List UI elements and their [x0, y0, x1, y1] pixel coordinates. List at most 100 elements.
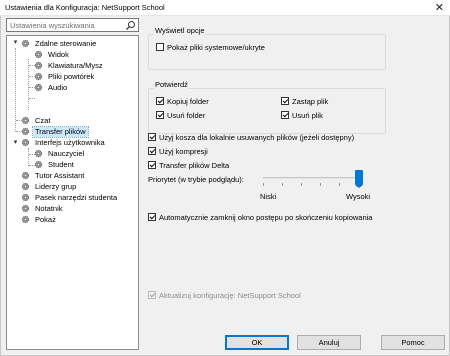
- tree-item-keyboard-mouse[interactable]: Klawiatura/Mysz: [34, 60, 105, 71]
- checkbox-box: [281, 111, 289, 119]
- checkbox-box: [281, 97, 289, 105]
- gear-icon: [21, 127, 30, 136]
- tree-item-remote-control[interactable]: Zdalne sterowanie: [21, 38, 98, 49]
- settings-search: [6, 18, 139, 32]
- checkbox-box: [156, 43, 164, 51]
- gear-icon: [21, 204, 30, 213]
- tree-item-replay-files[interactable]: Pliki powtórek: [34, 71, 96, 82]
- view-options-group: [148, 34, 386, 70]
- search-icon[interactable]: [125, 20, 136, 31]
- tree-item-label: Nauczyciel: [48, 148, 85, 158]
- tree-item-teacher[interactable]: Nauczyciel: [34, 148, 86, 159]
- confirm-title: Potwierdź: [154, 80, 189, 89]
- checkbox-label: Pokaż pliki systemowe/ukryte: [167, 42, 265, 52]
- checkbox-label: Użyj kosza dla lokalnie usuwanych plików…: [159, 132, 355, 142]
- priority-slider-track[interactable]: [263, 177, 359, 179]
- gear-icon: [21, 182, 30, 191]
- tree-item-chat[interactable]: Czat: [21, 115, 52, 126]
- checkbox-label: Aktualizuj konfigurację: NetSupport Scho…: [159, 290, 301, 300]
- checkbox-label: Transfer plików Delta: [159, 160, 230, 170]
- checkbox-label: Usuń plik: [292, 110, 323, 120]
- tree-connector: [28, 59, 29, 110]
- ok-button[interactable]: OK: [225, 335, 289, 350]
- tree-item-tutor-assistant[interactable]: Tutor Assistant: [21, 170, 86, 181]
- tree-item-group-leaders[interactable]: Liderzy grup: [21, 181, 78, 192]
- tree-item-label: Widok: [48, 49, 69, 59]
- title-bar: Ustawienia dla Konfiguracja: NetSupport …: [0, 0, 450, 16]
- checkbox-box: [156, 97, 164, 105]
- tree-item-audio[interactable]: Audio: [34, 82, 69, 93]
- tree-item-view[interactable]: Widok: [34, 49, 71, 60]
- tree-item-label: Student: [48, 159, 74, 169]
- gear-icon: [34, 83, 43, 92]
- tree-item-label: Notatnik: [35, 203, 63, 213]
- gear-icon: [21, 215, 30, 224]
- gear-icon: [34, 160, 43, 169]
- search-input[interactable]: [7, 19, 125, 31]
- view-options-title: Wyświetl opcje: [154, 26, 206, 35]
- checkbox-label: Automatycznie zamknij okno postępu po sk…: [159, 212, 373, 222]
- window-title: Ustawienia dla Konfiguracja: NetSupport …: [5, 3, 165, 12]
- slider-tick: [320, 183, 321, 186]
- gear-icon: [21, 171, 30, 180]
- close-icon[interactable]: ✕: [435, 1, 444, 14]
- slider-tick: [301, 183, 302, 186]
- gear-icon: [21, 193, 30, 202]
- checkbox-label: Użyj kompresji: [159, 146, 208, 156]
- checkbox-box: [148, 147, 156, 155]
- dialog-body: ▾ ▾ Zdalne sterowanie Widok Klawiatura/M…: [0, 16, 450, 356]
- priority-label: Priorytet (w trybie podglądu):: [148, 175, 244, 184]
- show-system-files-checkbox[interactable]: Pokaż pliki systemowe/ukryte: [156, 42, 265, 52]
- tree-item-label: Transfer plików: [32, 125, 89, 138]
- tree-item-label: Pokaż: [35, 214, 56, 224]
- gear-icon: [34, 72, 43, 81]
- recycle-bin-checkbox[interactable]: Użyj kosza dla lokalnie usuwanych plików…: [148, 132, 354, 142]
- tree-item-label: Klawiatura/Mysz: [48, 60, 103, 70]
- gear-icon: [34, 149, 43, 158]
- priority-slider-ticks: [263, 183, 359, 186]
- tree-item-notepad[interactable]: Notatnik: [21, 203, 65, 214]
- gear-icon: [21, 116, 30, 125]
- delta-transfer-checkbox[interactable]: Transfer plików Delta: [148, 160, 229, 170]
- slider-tick: [339, 183, 340, 186]
- delete-file-checkbox[interactable]: Usuń plik: [281, 110, 323, 120]
- priority-max-label: Wysoki: [346, 192, 371, 201]
- tree-item-student[interactable]: Student: [34, 159, 76, 170]
- tree-item-student-toolbar[interactable]: Pasek narzędzi studenta: [21, 192, 119, 203]
- gear-icon: [34, 50, 43, 59]
- copy-folder-checkbox[interactable]: Kopiuj folder: [156, 96, 209, 106]
- auto-close-checkbox[interactable]: Automatycznie zamknij okno postępu po sk…: [148, 212, 372, 222]
- gear-icon: [21, 39, 30, 48]
- help-button[interactable]: Pomoc: [381, 335, 445, 350]
- delete-folder-checkbox[interactable]: Usuń folder: [156, 110, 205, 120]
- cancel-button[interactable]: Anuluj: [297, 335, 361, 350]
- tree-item-label: Audio: [48, 82, 68, 92]
- priority-slider-thumb[interactable]: [355, 170, 363, 188]
- tree-connector: [28, 148, 29, 166]
- slider-tick: [263, 183, 264, 186]
- expand-remote-control-icon[interactable]: ▾: [12, 39, 19, 46]
- tree-item-user-interface[interactable]: Interfejs użytkownika: [21, 137, 107, 148]
- checkbox-box: [148, 161, 156, 169]
- tree-item-label: Pliki powtórek: [48, 71, 95, 81]
- expand-user-interface-icon[interactable]: ▾: [12, 139, 19, 146]
- replace-file-checkbox[interactable]: Zastąp plik: [281, 96, 328, 106]
- checkbox-label: Zastąp plik: [292, 96, 329, 106]
- compression-checkbox[interactable]: Użyj kompresji: [148, 146, 208, 156]
- tree-item-label: Liderzy grup: [35, 181, 77, 191]
- tree-item-show[interactable]: Pokaż: [21, 214, 58, 225]
- checkbox-box: [148, 291, 156, 299]
- checkbox-label: Kopiuj folder: [167, 96, 209, 106]
- gear-icon: [34, 61, 43, 70]
- checkbox-box: [148, 213, 156, 221]
- gear-icon: [21, 138, 30, 147]
- tree-connector: [29, 98, 35, 99]
- checkbox-box: [148, 133, 156, 141]
- settings-tree: ▾ ▾ Zdalne sterowanie Widok Klawiatura/M…: [6, 35, 139, 350]
- priority-min-label: Niski: [260, 192, 277, 201]
- checkbox-label: Usuń folder: [167, 110, 206, 120]
- tree-item-label: Czat: [35, 115, 51, 125]
- tree-item-label: Interfejs użytkownika: [35, 137, 105, 147]
- tree-item-label: Zdalne sterowanie: [35, 38, 97, 48]
- tree-item-file-transfer[interactable]: Transfer plików: [21, 125, 89, 138]
